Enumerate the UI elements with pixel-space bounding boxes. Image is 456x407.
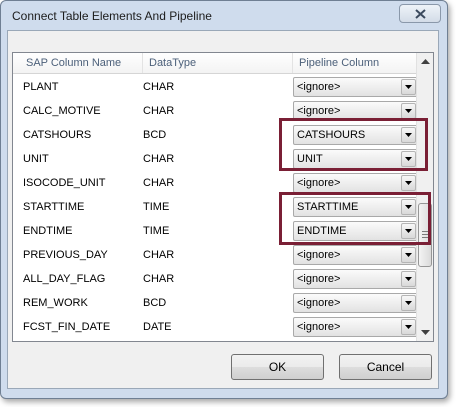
table-row: CATSHOURS BCD CATSHOURS <box>13 123 418 147</box>
dropdown-button[interactable] <box>401 151 416 167</box>
table-row: UNIT CHAR UNIT <box>13 147 418 171</box>
window-title: Connect Table Elements And Pipeline <box>12 9 212 23</box>
scroll-down-button[interactable] <box>419 325 432 340</box>
sap-column-name: REM_WORK <box>23 297 88 309</box>
pipeline-column-value: ENDTIME <box>297 225 347 237</box>
sap-column-name: PREVIOUS_DAY <box>23 249 108 261</box>
pipeline-column-value: <ignore> <box>297 177 341 189</box>
title-bar[interactable]: Connect Table Elements And Pipeline <box>1 1 447 31</box>
data-type: CHAR <box>143 177 175 189</box>
sap-column-name: UNIT <box>23 153 49 165</box>
sap-column-name: STARTTIME <box>23 201 85 213</box>
grid-header: SAP Column Name DataType Pipeline Column <box>13 53 417 74</box>
dropdown-button[interactable] <box>401 223 416 239</box>
pipeline-column-value: <ignore> <box>297 81 341 93</box>
chevron-up-icon <box>421 59 430 64</box>
data-type: TIME <box>143 201 170 213</box>
pipeline-column-select[interactable]: <ignore> <box>293 77 418 97</box>
dropdown-button[interactable] <box>401 79 416 95</box>
chevron-down-icon <box>405 157 412 161</box>
pipeline-column-value: STARTTIME <box>297 201 359 213</box>
dropdown-button[interactable] <box>401 319 416 335</box>
chevron-down-icon <box>405 181 412 185</box>
chevron-down-icon <box>405 253 412 257</box>
dropdown-button[interactable] <box>401 247 416 263</box>
chevron-down-icon <box>421 330 430 335</box>
pipeline-column-select[interactable]: <ignore> <box>293 317 418 337</box>
table-row: CALC_MOTIVE CHAR <ignore> <box>13 99 418 123</box>
scroll-up-button[interactable] <box>419 54 432 69</box>
sap-column-name: CATSHOURS <box>23 129 92 141</box>
pipeline-column-select[interactable]: CATSHOURS <box>293 125 418 145</box>
pipeline-column-select[interactable]: UNIT <box>293 149 418 169</box>
dropdown-button[interactable] <box>401 295 416 311</box>
pipeline-column-value: UNIT <box>297 153 323 165</box>
column-header-sap-column-name[interactable]: SAP Column Name <box>13 53 143 73</box>
pipeline-column-select[interactable]: <ignore> <box>293 245 418 265</box>
chevron-down-icon <box>405 325 412 329</box>
pipeline-column-value: <ignore> <box>297 105 341 117</box>
chevron-down-icon <box>405 109 412 113</box>
pipeline-column-select[interactable]: <ignore> <box>293 173 418 193</box>
data-type: CHAR <box>143 249 175 261</box>
pipeline-column-select[interactable]: STARTTIME <box>293 197 418 217</box>
dropdown-button[interactable] <box>401 199 416 215</box>
sap-column-name: FCST_FIN_DATE <box>23 321 111 333</box>
dropdown-button[interactable] <box>401 127 416 143</box>
table-row: PREVIOUS_DAY CHAR <ignore> <box>13 243 418 267</box>
thumb-grip-line <box>422 231 428 232</box>
column-header-pipeline-column[interactable]: Pipeline Column <box>293 53 417 73</box>
pipeline-column-select[interactable]: ENDTIME <box>293 221 418 241</box>
chevron-down-icon <box>405 277 412 281</box>
pipeline-column-value: CATSHOURS <box>297 129 366 141</box>
chevron-down-icon <box>405 205 412 209</box>
data-type: BCD <box>143 297 167 309</box>
thumb-grip-line <box>422 237 428 238</box>
close-icon <box>415 9 426 19</box>
sap-column-name: ENDTIME <box>23 225 73 237</box>
chevron-down-icon <box>405 133 412 137</box>
scrollbar-thumb[interactable] <box>418 203 432 267</box>
chevron-down-icon <box>405 229 412 233</box>
table-row: FCST_FIN_DATE DATE <ignore> <box>13 315 418 339</box>
ok-button[interactable]: OK <box>231 354 324 380</box>
sap-column-name: ISOCODE_UNIT <box>23 177 106 189</box>
mapping-grid[interactable]: SAP Column Name DataType Pipeline Column… <box>12 52 434 342</box>
table-row: ENDTIME TIME ENDTIME <box>13 219 418 243</box>
data-type: CHAR <box>143 273 175 285</box>
close-button[interactable] <box>399 4 441 23</box>
table-row: PLANT CHAR <ignore> <box>13 75 418 99</box>
dropdown-button[interactable] <box>401 271 416 287</box>
pipeline-column-value: <ignore> <box>297 297 341 309</box>
chevron-down-icon <box>405 301 412 305</box>
sap-column-name: CALC_MOTIVE <box>23 105 101 117</box>
data-type: DATE <box>143 321 172 333</box>
sap-column-name: ALL_DAY_FLAG <box>23 273 106 285</box>
pipeline-column-select[interactable]: <ignore> <box>293 293 418 313</box>
pipeline-column-select[interactable]: <ignore> <box>293 101 418 121</box>
table-row: REM_WORK BCD <ignore> <box>13 291 418 315</box>
vertical-scrollbar[interactable] <box>416 53 433 341</box>
data-type: BCD <box>143 129 167 141</box>
column-header-data-type[interactable]: DataType <box>143 53 293 73</box>
table-row: STARTTIME TIME STARTTIME <box>13 195 418 219</box>
data-type: CHAR <box>143 153 175 165</box>
pipeline-column-select[interactable] <box>293 341 418 342</box>
pipeline-column-value: <ignore> <box>297 273 341 285</box>
table-row: ISOCODE_UNIT CHAR <ignore> <box>13 171 418 195</box>
data-type: CHAR <box>143 105 175 117</box>
chevron-down-icon <box>405 85 412 89</box>
pipeline-column-select[interactable]: <ignore> <box>293 269 418 289</box>
cancel-button[interactable]: Cancel <box>339 354 432 380</box>
sap-column-name: PLANT <box>23 81 59 93</box>
data-type: CHAR <box>143 81 175 93</box>
dropdown-button[interactable] <box>401 103 416 119</box>
thumb-grip-line <box>422 234 428 235</box>
pipeline-column-value: <ignore> <box>297 249 341 261</box>
dropdown-button[interactable] <box>401 175 416 191</box>
data-type: TIME <box>143 225 170 237</box>
table-row: ALL_DAY_FLAG CHAR <ignore> <box>13 267 418 291</box>
pipeline-column-value: <ignore> <box>297 321 341 333</box>
table-row <box>13 339 418 342</box>
